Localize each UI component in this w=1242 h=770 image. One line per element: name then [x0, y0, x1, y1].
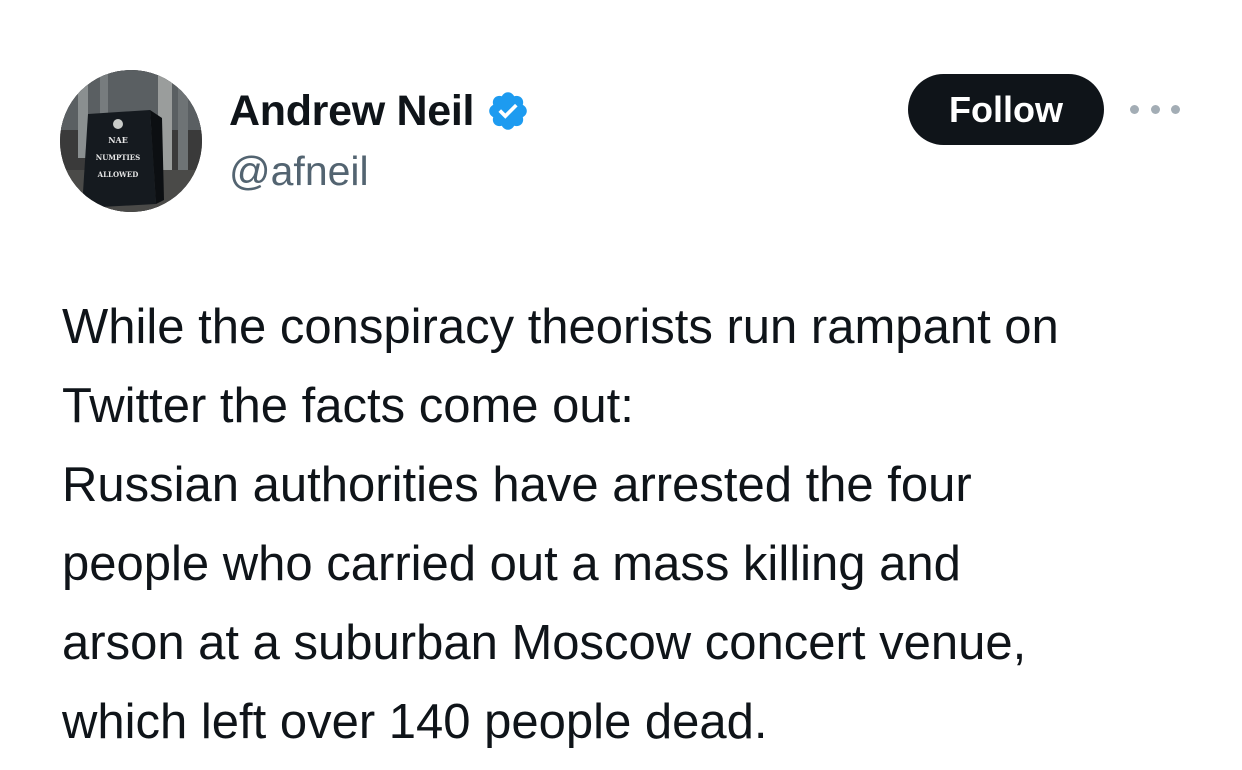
- avatar-sign-line-1: NAE: [108, 135, 128, 145]
- author-handle[interactable]: @afneil: [229, 148, 369, 195]
- more-dot: [1150, 104, 1160, 114]
- avatar[interactable]: NAE NUMPTIES ALLOWED: [60, 70, 202, 212]
- verified-badge-icon: [486, 89, 530, 133]
- avatar-sign-line-2: NUMPTIES: [96, 153, 140, 162]
- follow-button[interactable]: Follow: [908, 74, 1104, 145]
- avatar-image: NAE NUMPTIES ALLOWED: [60, 70, 202, 212]
- avatar-sign-line-3: ALLOWED: [97, 170, 139, 179]
- tweet-card: NAE NUMPTIES ALLOWED Andrew Neil @afneil…: [0, 0, 1242, 770]
- author-display-name[interactable]: Andrew Neil: [229, 87, 475, 136]
- more-options-icon[interactable]: [1130, 94, 1180, 124]
- author-name-row: Andrew Neil: [229, 86, 530, 136]
- tweet-text: While the conspiracy theorists run rampa…: [62, 300, 1059, 749]
- more-dot: [1130, 104, 1139, 114]
- more-dot: [1171, 104, 1180, 114]
